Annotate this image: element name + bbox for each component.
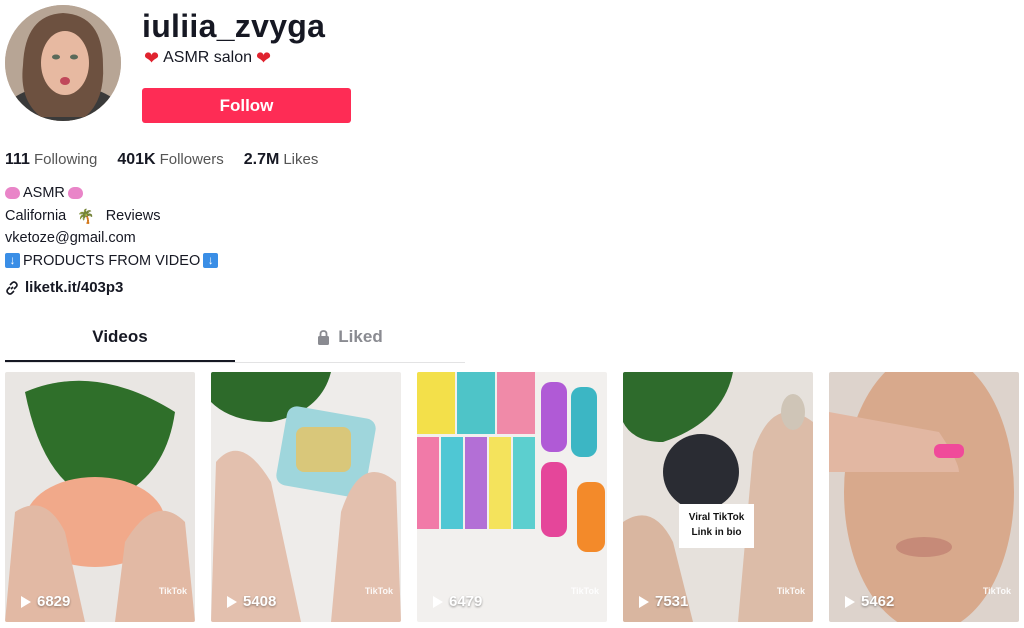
stat-likes: 2.7M Likes [244, 151, 319, 169]
video-thumbnail [623, 372, 813, 622]
bio-line: ASMR [5, 182, 218, 205]
following-label: Following [33, 151, 98, 168]
tiktok-watermark: TikTok [982, 586, 1011, 596]
tab-liked[interactable]: Liked [235, 327, 465, 360]
video-card[interactable]: TikTok 5408 [211, 372, 401, 622]
profile-tabs: Videos Liked [5, 327, 465, 363]
bio-line: vketoze@gmail.com [5, 227, 218, 250]
view-count: 7531 [639, 593, 688, 610]
view-count-value: 5462 [861, 593, 895, 610]
tiktok-watermark: TikTok [364, 586, 393, 596]
play-icon [433, 595, 443, 608]
bio-location: California [5, 207, 67, 224]
tiktok-watermark: TikTok [776, 586, 805, 596]
tab-videos[interactable]: Videos [5, 327, 235, 362]
bio-link-text: liketk.it/403p3 [25, 279, 124, 296]
brain-icon [5, 187, 20, 200]
stat-followers[interactable]: 401K Followers [117, 151, 223, 169]
avatar[interactable] [5, 5, 121, 121]
down-arrow-icon: ↓ [5, 253, 20, 269]
overlay-line: Viral TikTok [688, 512, 745, 523]
tab-liked-label: Liked [338, 327, 383, 346]
video-thumbnail [417, 372, 607, 622]
overlay-line: Link in bio [691, 527, 742, 538]
view-count: 5408 [227, 593, 276, 610]
followers-count: 401K [117, 151, 156, 168]
follow-button[interactable]: Follow [142, 88, 351, 123]
play-icon [845, 595, 855, 608]
video-thumbnail [829, 372, 1019, 622]
bio: ASMR California 🌴 Reviews vketoze@gmail.… [5, 182, 219, 273]
video-card[interactable]: TikTok 6479 [417, 372, 607, 622]
likes-label: Likes [283, 151, 319, 168]
play-icon [227, 595, 237, 608]
bio-products: PRODUCTS FROM VIDEO [23, 252, 201, 269]
play-icon [639, 595, 649, 608]
tiktok-watermark: TikTok [158, 586, 187, 596]
video-card[interactable]: TikTok 5462 [829, 372, 1019, 622]
bio-reviews: Reviews [105, 207, 161, 224]
tiktok-watermark: TikTok [570, 586, 599, 596]
view-count-value: 5408 [243, 593, 277, 610]
profile-subtitle: ❤ ASMR salon ❤ [144, 49, 271, 67]
followers-label: Followers [159, 151, 224, 168]
video-grid: TikTok 6829 TikTok 5408 TikTok 6479 Vira… [5, 372, 1019, 622]
username: iuliia_zvyga [142, 8, 326, 44]
view-count-value: 7531 [655, 593, 689, 610]
likes-count: 2.7M [243, 151, 280, 168]
video-thumbnail [5, 372, 195, 622]
video-overlay-caption: Viral TikTok Link in bio [679, 504, 754, 548]
bio-link[interactable]: liketk.it/403p3 [5, 279, 123, 296]
heart-icon: ❤ [256, 48, 272, 68]
lock-icon [318, 330, 330, 345]
down-arrow-icon: ↓ [203, 253, 219, 269]
link-icon [6, 280, 18, 295]
video-thumbnail [211, 372, 401, 622]
subtitle-text: ASMR salon [163, 49, 253, 66]
profile-stats: 111 Following 401K Followers 2.7M Likes [5, 151, 318, 169]
view-count: 6479 [433, 593, 482, 610]
bio-line: ↓ PRODUCTS FROM VIDEO ↓ [5, 250, 219, 273]
palm-tree-icon: 🌴 [77, 207, 95, 224]
bio-line: California 🌴 Reviews [5, 205, 218, 228]
heart-icon: ❤ [144, 48, 160, 68]
view-count-value: 6479 [449, 593, 483, 610]
video-card[interactable]: TikTok 6829 [5, 372, 195, 622]
brain-icon [67, 187, 83, 200]
play-icon [21, 595, 31, 608]
view-count-value: 6829 [37, 593, 71, 610]
bio-asmr: ASMR [23, 185, 65, 201]
stat-following[interactable]: 111 Following [5, 151, 97, 169]
view-count: 6829 [21, 593, 70, 610]
video-card[interactable]: Viral TikTok Link in bio TikTok 7531 [623, 372, 813, 622]
bio-email: vketoze@gmail.com [5, 230, 136, 246]
view-count: 5462 [845, 593, 894, 610]
avatar-photo [5, 5, 121, 121]
following-count: 111 [5, 151, 30, 168]
